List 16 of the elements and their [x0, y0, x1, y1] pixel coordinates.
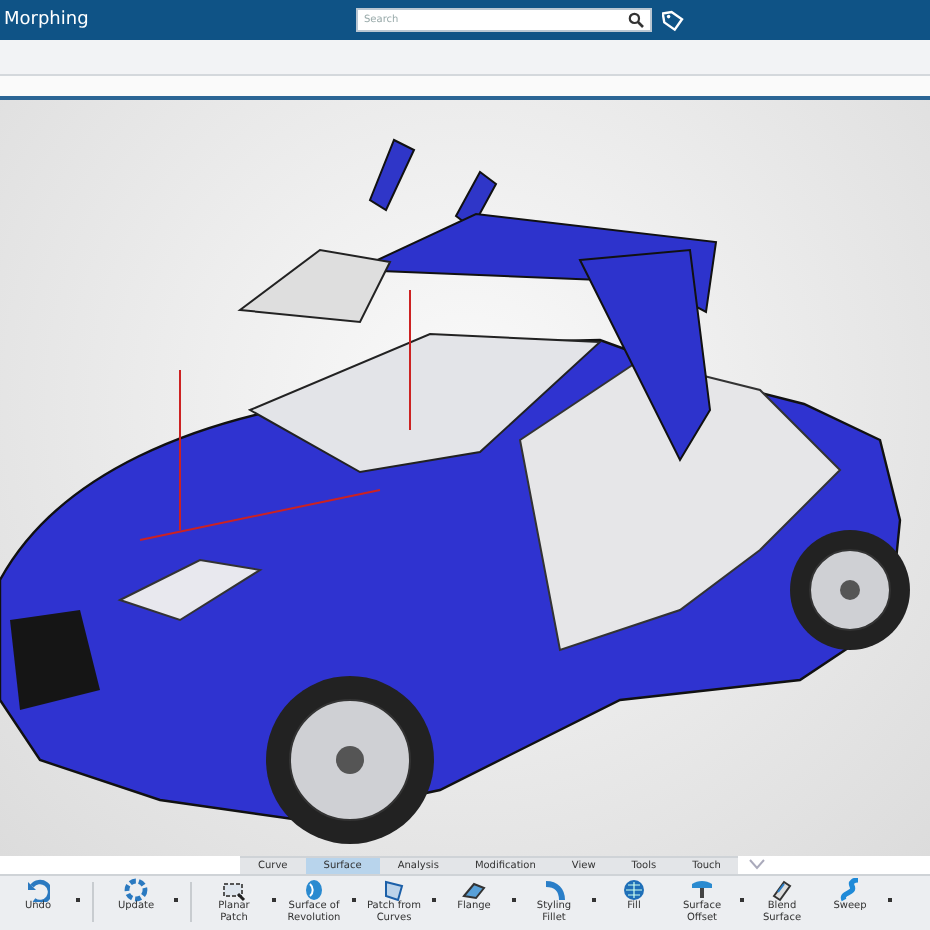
command-icon	[382, 878, 406, 902]
command-icon	[770, 878, 794, 902]
app-title: Morphing	[4, 10, 91, 30]
command-icon	[690, 878, 714, 902]
search-icon[interactable]	[628, 12, 644, 28]
command-icon	[622, 878, 646, 902]
command-icon	[222, 878, 246, 902]
command-icon	[542, 878, 566, 902]
command-icon	[124, 878, 148, 902]
command-icon	[462, 878, 486, 902]
command-icon	[838, 878, 862, 902]
car-model-drawing[interactable]	[0, 138, 910, 844]
chevron-icon[interactable]	[748, 858, 767, 872]
command-icon	[26, 878, 50, 902]
command-icon	[302, 878, 326, 902]
tag-icon[interactable]	[662, 9, 684, 31]
